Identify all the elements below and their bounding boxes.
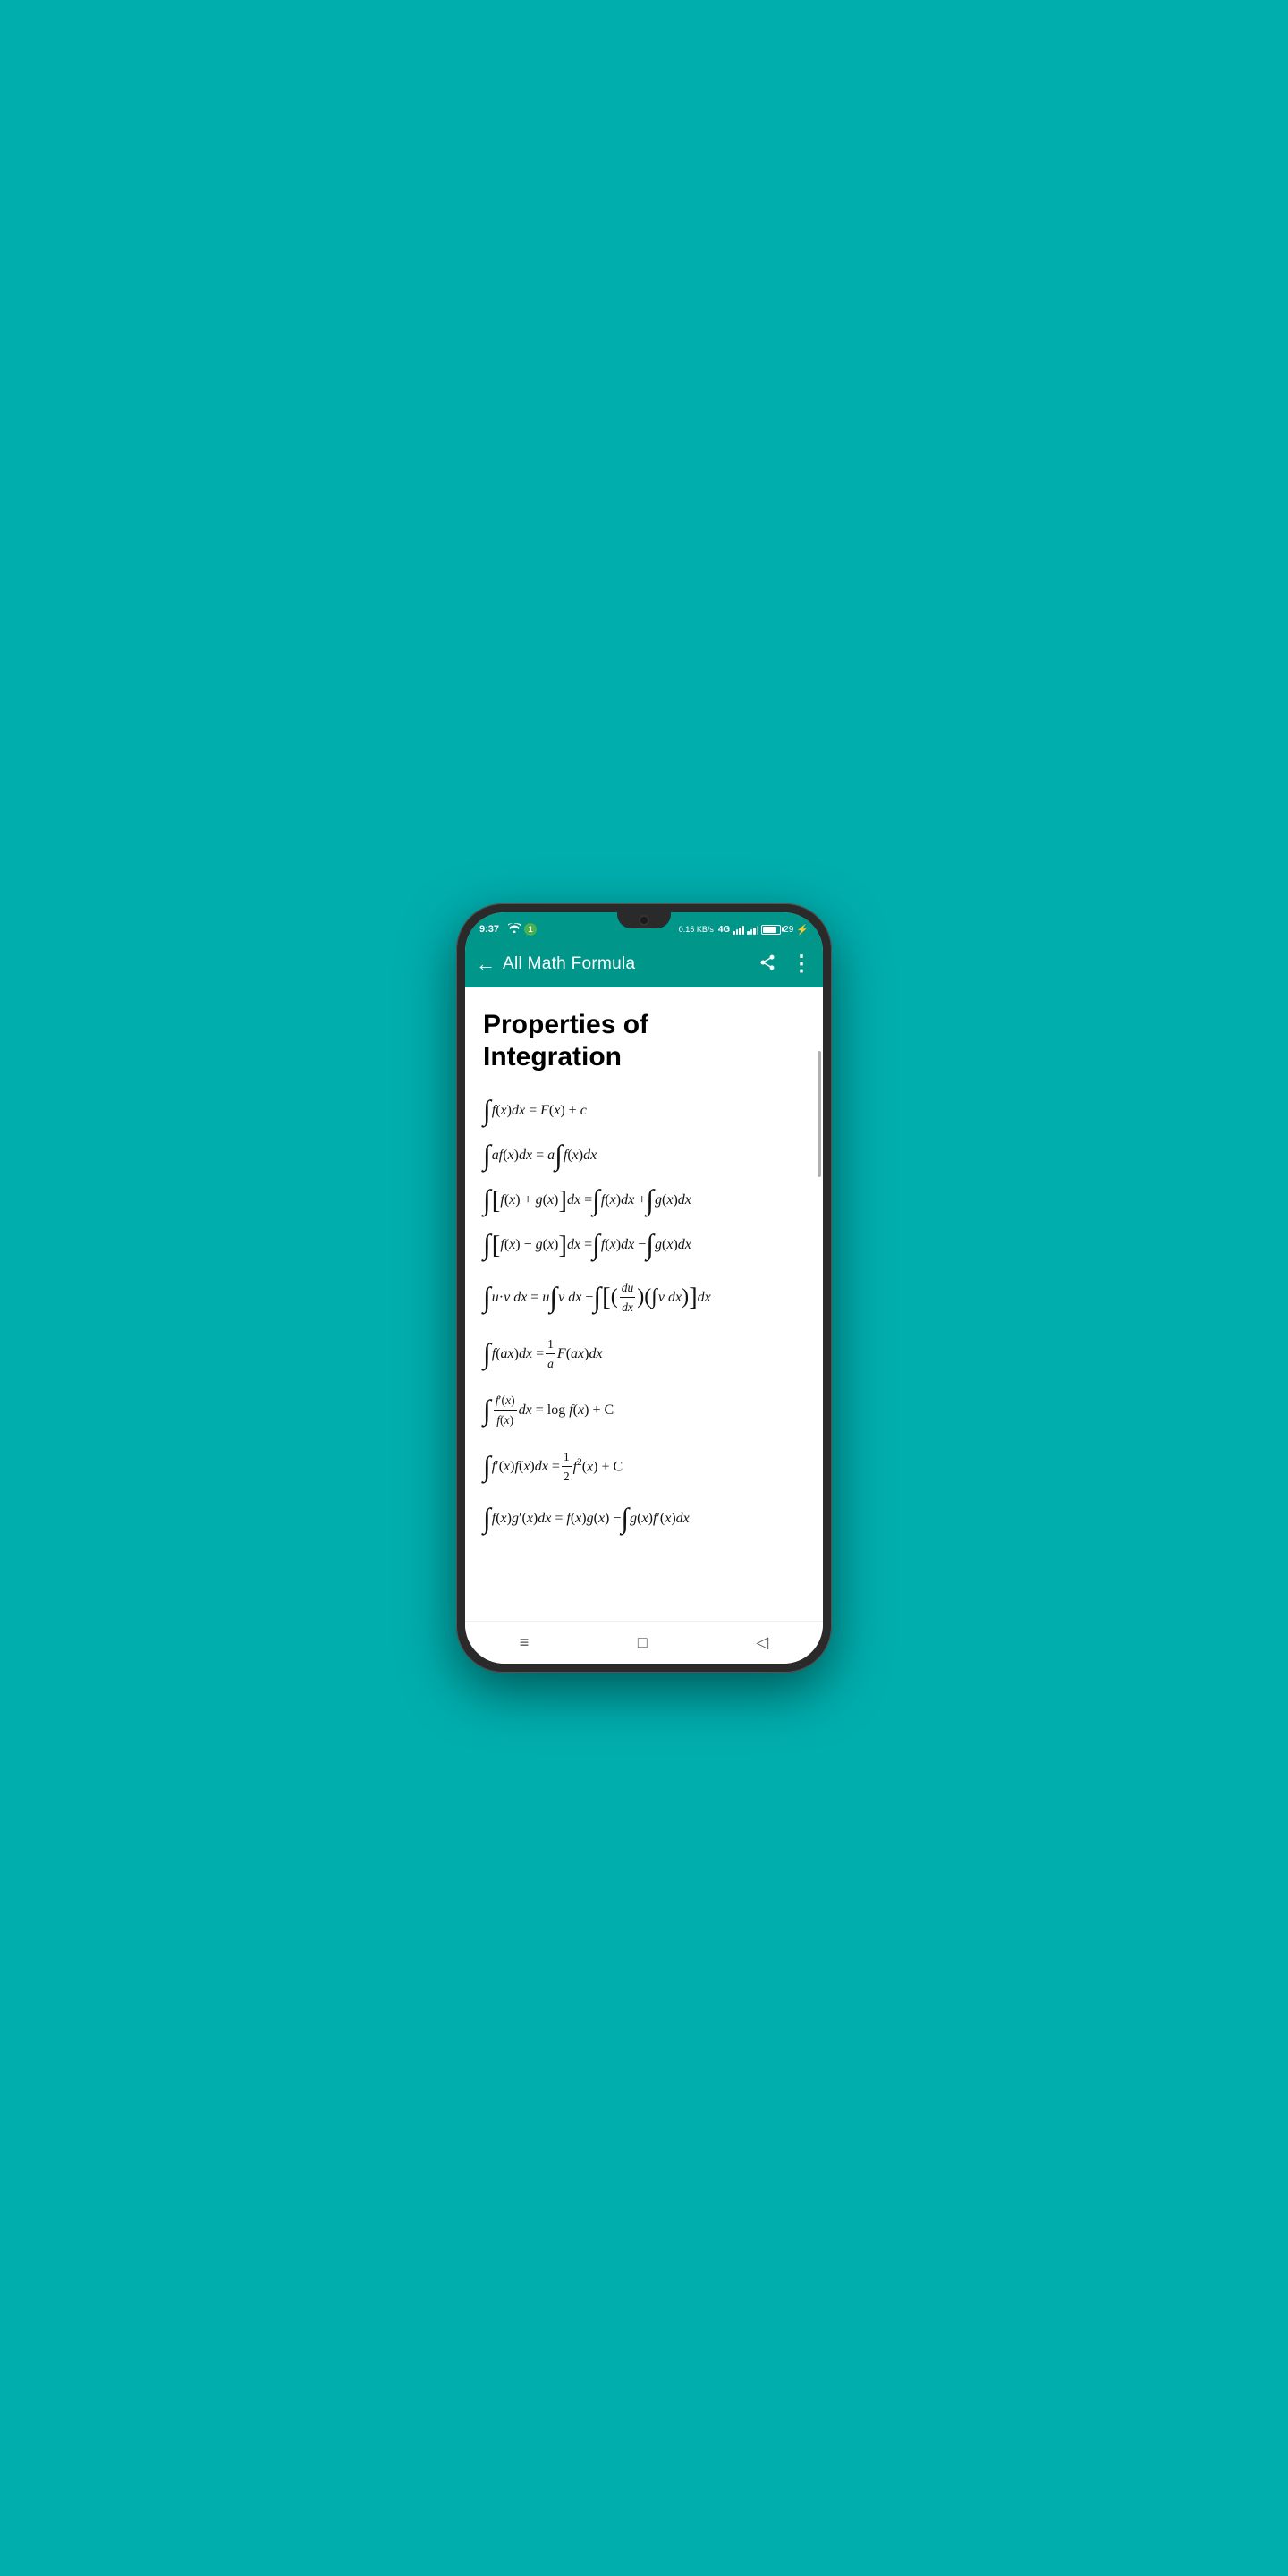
status-right: 0.15 KB/s 4G 29 ⚡ bbox=[679, 924, 809, 936]
status-left: 9:37 1 bbox=[479, 923, 537, 936]
page-heading: Properties ofIntegration bbox=[483, 1009, 805, 1073]
app-bar-right: ⋮ bbox=[758, 953, 812, 975]
formula-7: ∫ f′(x) f(x) dx = log f(x) + C bbox=[483, 1392, 805, 1428]
formula-4: ∫ [ f(x) − g(x) ] dx = ∫ f(x)dx − ∫ g(x)… bbox=[483, 1231, 805, 1259]
back-button[interactable]: ← bbox=[476, 951, 503, 978]
app-title: All Math Formula bbox=[503, 954, 635, 974]
signal-bars bbox=[733, 924, 744, 935]
camera-notch bbox=[617, 912, 671, 928]
status-time: 9:37 bbox=[479, 924, 499, 935]
nav-home-button[interactable]: □ bbox=[620, 1626, 665, 1659]
phone-screen: 9:37 1 0.15 KB/s 4G bbox=[465, 912, 823, 1664]
content-area[interactable]: Properties ofIntegration ∫ f(x)dx = F(x)… bbox=[465, 987, 823, 1621]
app-bar-left: ← All Math Formula bbox=[476, 951, 635, 978]
network-speed: 0.15 KB/s bbox=[679, 925, 714, 934]
network-type: 4G bbox=[718, 925, 730, 935]
battery-percent: 29 bbox=[784, 925, 793, 935]
wifi-badge: 1 bbox=[524, 923, 537, 936]
formula-9: ∫ f(x)g′(x)dx = f(x)g(x) − ∫ g(x)f′(x)dx bbox=[483, 1504, 805, 1533]
formula-1: ∫ f(x)dx = F(x) + c bbox=[483, 1097, 805, 1125]
formula-8: ∫ f′(x)f(x)dx = 1 2 f2(x) + C bbox=[483, 1448, 805, 1485]
charging-icon: ⚡ bbox=[796, 924, 809, 936]
formula-list: ∫ f(x)dx = F(x) + c ∫ af(x)dx = a ∫ f(x)… bbox=[483, 1095, 805, 1535]
signal-bars-2 bbox=[747, 924, 758, 935]
battery-fill bbox=[763, 927, 776, 933]
formula-2: ∫ af(x)dx = a ∫ f(x)dx bbox=[483, 1141, 805, 1170]
nav-menu-button[interactable]: ≡ bbox=[502, 1626, 547, 1659]
formula-3: ∫ [ f(x) + g(x) ] dx = ∫ f(x)dx + ∫ g(x)… bbox=[483, 1186, 805, 1215]
nav-back-button[interactable]: ◁ bbox=[738, 1626, 786, 1659]
camera-lens bbox=[639, 915, 649, 926]
formula-5: ∫ u·v dx = u ∫ v dx − ∫ [ ( du dx ) ( bbox=[483, 1279, 805, 1316]
formula-6: ∫ f(ax)dx = 1 a F(ax)dx bbox=[483, 1335, 805, 1372]
share-button[interactable] bbox=[758, 953, 776, 975]
scrollbar bbox=[818, 1051, 821, 1178]
more-menu-button[interactable]: ⋮ bbox=[791, 953, 812, 975]
battery-icon bbox=[761, 925, 781, 935]
wifi-icon bbox=[508, 923, 521, 936]
phone-device: 9:37 1 0.15 KB/s 4G bbox=[456, 903, 832, 1673]
nav-bar: ≡ □ ◁ bbox=[465, 1621, 823, 1664]
content: Properties ofIntegration ∫ f(x)dx = F(x)… bbox=[465, 987, 823, 1562]
app-bar: ← All Math Formula ⋮ bbox=[465, 941, 823, 987]
